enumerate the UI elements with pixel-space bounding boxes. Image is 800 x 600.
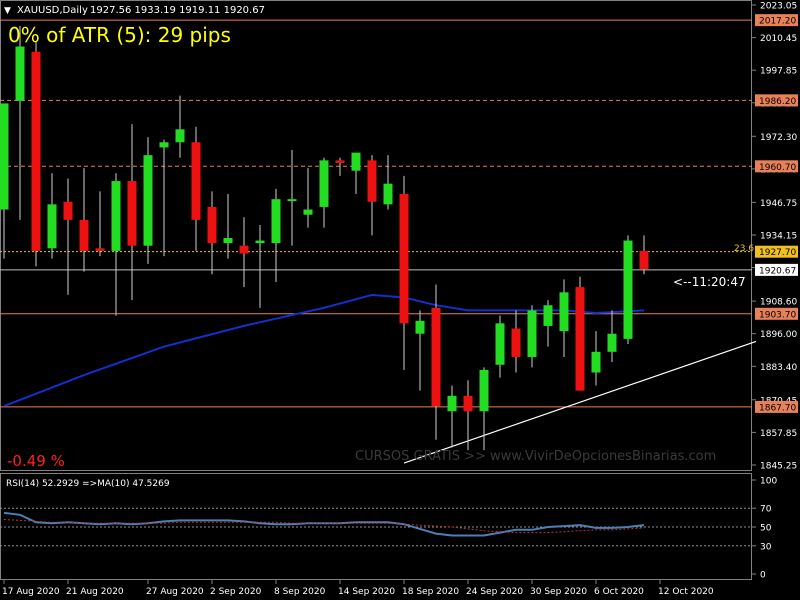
price-tick-label: 1997.85 (760, 67, 797, 77)
price-tick-label: 1857.85 (760, 429, 797, 439)
rsi-tick-label: 100 (760, 477, 777, 487)
candle-body[interactable] (111, 181, 121, 251)
price-tick-label: 1845.25 (760, 462, 797, 472)
candle-body[interactable] (463, 395, 473, 412)
rsi-label: RSI(14) 52.2929 =>MA(10) 47.5269 (6, 479, 170, 489)
chevron-down-icon[interactable]: ▼ (4, 6, 11, 16)
candle-body[interactable] (319, 160, 329, 207)
price-tick-label: 1972.30 (760, 133, 797, 143)
candle-body[interactable] (511, 328, 521, 357)
candle-body[interactable] (399, 193, 409, 324)
date-tick-label: 27 Aug 2020 (146, 587, 204, 597)
candle-body[interactable] (303, 209, 313, 215)
candle-body[interactable] (495, 323, 505, 365)
candle-body[interactable] (623, 240, 633, 339)
price-tick-label: 2023.05 (760, 2, 797, 12)
candle-body[interactable] (15, 46, 25, 101)
candle-body[interactable] (383, 183, 393, 205)
candle-body[interactable] (175, 129, 185, 143)
price-tick-label: 1908.60 (760, 298, 797, 308)
candle-body[interactable] (207, 206, 217, 244)
current-price-tag-label: 1920.67 (759, 266, 796, 276)
candle-body[interactable] (287, 199, 297, 202)
rsi-tick-label: 50 (760, 524, 772, 534)
price-tick-label: 1946.75 (760, 199, 797, 209)
candle-body[interactable] (223, 237, 233, 244)
candle-body[interactable] (143, 155, 153, 246)
candle-body[interactable] (127, 181, 137, 246)
candle-body[interactable] (63, 201, 73, 220)
date-axis: 17 Aug 2020 21 Aug 2020 27 Aug 2020 2 Sep 2… (2, 580, 714, 597)
date-tick-label: 30 Sep 2020 (530, 587, 587, 597)
candle-body[interactable] (351, 152, 361, 171)
candle-body[interactable] (47, 204, 57, 249)
date-tick-label: 14 Sep 2020 (338, 587, 395, 597)
price-level-tag-label: 1903.70 (759, 310, 796, 320)
date-tick-label: 17 Aug 2020 (2, 587, 60, 597)
date-tick-label: 8 Sep 2020 (274, 587, 326, 597)
symbol-label: XAUUSD,Daily (17, 5, 88, 16)
trading-chart: 2023.052010.451997.851985.251972.301959.… (0, 0, 798, 597)
candle-body[interactable] (367, 160, 377, 202)
price-tick-label: 1934.15 (760, 232, 797, 242)
price-level-tag-label: 1960.70 (759, 163, 796, 173)
rsi-tick-label: 0 (760, 571, 766, 581)
candle-body[interactable] (415, 320, 425, 334)
countdown-label: <--11:20:47 (673, 275, 746, 289)
atr-label: 0% of ATR (5): 29 pips (8, 23, 231, 47)
price-level-tag-label: 2017.20 (759, 17, 796, 27)
price-level-tag-label: 1867.70 (759, 403, 796, 413)
rsi-group: 100 70 50 30 0 (0, 477, 777, 581)
date-tick-label: 24 Sep 2020 (466, 587, 523, 597)
date-tick-label: 21 Aug 2020 (66, 587, 124, 597)
date-tick-label: 2 Sep 2020 (210, 587, 262, 597)
candle-body[interactable] (239, 245, 249, 254)
candles-group (0, 25, 649, 451)
price-axis: 2023.052010.451997.851985.251972.301959.… (752, 2, 798, 472)
candle-body[interactable] (447, 395, 457, 412)
candle-body[interactable] (559, 292, 569, 332)
price-tick-label: 2010.45 (760, 34, 797, 44)
candle-body[interactable] (159, 142, 169, 148)
change-label: -0.49 % (7, 452, 65, 470)
candle-body[interactable] (639, 250, 649, 270)
candle-body[interactable] (527, 310, 537, 357)
price-level-tag-label: 1927.70 (759, 248, 796, 258)
rsi-tick-label: 70 (760, 505, 772, 515)
price-tick-label: 1883.40 (760, 363, 797, 373)
candle-body[interactable] (575, 287, 585, 391)
watermark: CURSOS GRATIS >> www.VivirDeOpcionesBina… (355, 449, 716, 464)
price-tick-label: 1896.00 (760, 330, 797, 340)
candle-body[interactable] (31, 51, 41, 251)
candle-body[interactable] (607, 333, 617, 352)
candle-body[interactable] (255, 240, 265, 244)
date-tick-label: 18 Sep 2020 (402, 587, 459, 597)
rsi-tick-label: 30 (760, 542, 772, 552)
candle-body[interactable] (79, 219, 89, 251)
candle-body[interactable] (479, 369, 489, 412)
candle-body[interactable] (95, 248, 105, 251)
candle-body[interactable] (271, 199, 281, 244)
candle-body[interactable] (431, 307, 441, 407)
price-level-tag-label: 1986.20 (759, 97, 796, 107)
candle-body[interactable] (543, 305, 553, 326)
date-tick-label: 6 Oct 2020 (594, 587, 644, 597)
candle-body[interactable] (0, 103, 9, 210)
candle-body[interactable] (335, 160, 345, 163)
candle-body[interactable] (191, 142, 201, 220)
date-tick-label: 12 Oct 2020 (658, 587, 714, 597)
candle-body[interactable] (591, 351, 601, 373)
ohlc-label: 1927.56 1933.19 1919.11 1920.67 (90, 5, 265, 16)
fib-label: 23.6 (734, 244, 754, 254)
